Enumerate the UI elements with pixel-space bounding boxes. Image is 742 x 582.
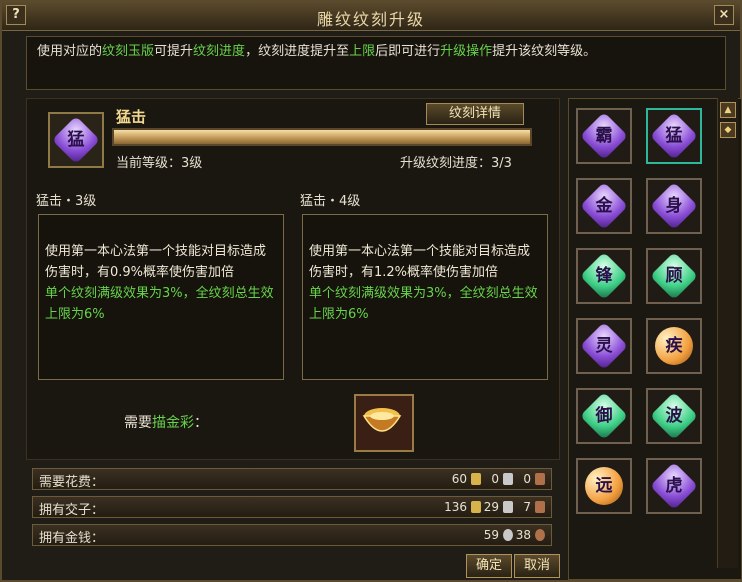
engraving-glyph: 锋 <box>595 266 613 286</box>
owned-money-row: 拥有金钱： 59 38 <box>32 524 552 546</box>
progress-fill <box>114 130 530 144</box>
scroll-thumb-icon[interactable]: ◆ <box>720 122 736 138</box>
title-bar: ? 雕纹纹刻升级 × <box>2 2 740 31</box>
silver-amount: 0 <box>491 472 499 486</box>
current-effect-note: 单个纹刻满级效果为3%，全纹刻总生效上限为6% <box>45 286 274 322</box>
silver-ingot-icon <box>503 473 513 485</box>
engraving-upgrade-window: ? 雕纹纹刻升级 × 使用对应的纹刻玉版可提升纹刻进度，纹刻进度提升至上限后即可… <box>0 0 742 582</box>
copper-amount: 0 <box>523 472 531 486</box>
cost-row-required: 需要花费： 60 0 0 <box>32 468 552 490</box>
next-effect-title: 猛击・4级 <box>300 194 361 209</box>
copper-coin-icon <box>535 529 545 541</box>
gold-amount: 60 <box>451 472 467 486</box>
next-effect-text: 使用第一本心法第一个技能对目标造成伤害时，有1.2%概率使伤害加倍 <box>309 244 531 280</box>
money-label: 拥有金钱： <box>39 531 105 546</box>
silver-coin-icon <box>503 529 513 541</box>
cancel-button[interactable]: 取消 <box>514 554 560 578</box>
engraving-glyph: 远 <box>595 476 613 496</box>
gold-ingot-icon <box>471 473 481 485</box>
desc-text-4: 后即可进行 <box>375 44 441 59</box>
copper-ingot-icon <box>535 501 545 513</box>
material-suffix: ： <box>194 415 208 431</box>
copper-ingot-icon <box>535 473 545 485</box>
engraving-glyph: 虎 <box>665 476 683 496</box>
desc-highlight-upgrade: 升级操作 <box>440 44 493 59</box>
jiaozi-label: 拥有交子： <box>39 503 105 518</box>
engraving-glyph: 猛 <box>665 126 683 146</box>
desc-highlight-jade-plate: 纹刻玉版 <box>102 44 155 59</box>
engraving-slot[interactable]: 御 <box>576 388 632 444</box>
close-button[interactable]: × <box>714 5 734 25</box>
material-prefix: 需要 <box>124 415 152 431</box>
engraving-slot[interactable]: 灵 <box>576 318 632 374</box>
desc-text-5: 提升该纹刻等级。 <box>492 44 597 59</box>
engraving-detail-button[interactable]: 纹刻详情 <box>426 103 524 125</box>
engraving-glyph: 灵 <box>595 336 613 356</box>
current-effect-text: 使用第一本心法第一个技能对目标造成伤害时，有0.9%概率使伤害加倍 <box>45 244 267 280</box>
next-effect-box: 使用第一本心法第一个技能对目标造成伤害时，有1.2%概率使伤害加倍 单个纹刻满级… <box>302 214 548 380</box>
engraving-slot[interactable]: 身 <box>646 178 702 234</box>
cost-label: 需要花费： <box>39 475 105 490</box>
current-level-text: 当前等级：3级 <box>116 156 203 171</box>
material-name: 描金彩 <box>152 415 194 431</box>
engraving-slot[interactable]: 远 <box>576 458 632 514</box>
engraving-glyph: 疾 <box>665 336 683 356</box>
jiaozi-silver-amount: 29 <box>483 500 499 514</box>
desc-text-3: ，纹刻进度提升至 <box>245 44 350 59</box>
engraving-slot[interactable]: 疾 <box>646 318 702 374</box>
desc-text-2: 可提升 <box>154 44 194 59</box>
engraving-slot[interactable]: 波 <box>646 388 702 444</box>
jiaozi-gold-amount: 136 <box>444 500 467 514</box>
silver-ingot-icon <box>503 501 513 513</box>
money-silver-amount: 59 <box>483 528 499 542</box>
desc-highlight-limit: 上限 <box>349 44 376 59</box>
material-label: 需要描金彩： <box>124 412 208 432</box>
engraving-glyph: 金 <box>595 196 613 216</box>
desc-text-1: 使用对应的 <box>37 44 103 59</box>
engraving-slot[interactable]: 顾 <box>646 248 702 304</box>
skill-icon: 猛 <box>48 112 104 168</box>
jiaozi-copper-amount: 7 <box>523 500 531 514</box>
gold-ingot-icon <box>471 501 481 513</box>
engraving-slot[interactable]: 猛 <box>646 108 702 164</box>
engraving-slot[interactable]: 金 <box>576 178 632 234</box>
current-effect-title: 猛击・3级 <box>36 194 97 209</box>
scroll-up-icon[interactable]: ▲ <box>720 102 736 118</box>
engraving-glyph: 霸 <box>595 126 613 146</box>
desc-highlight-progress: 纹刻进度 <box>193 44 246 59</box>
engraving-slot[interactable]: 霸 <box>576 108 632 164</box>
engraving-glyph: 顾 <box>665 266 683 286</box>
gold-paint-bowl-icon <box>362 408 402 432</box>
material-slot[interactable] <box>354 394 414 452</box>
current-effect-box: 使用第一本心法第一个技能对目标造成伤害时，有0.9%概率使伤害加倍 单个纹刻满级… <box>38 214 284 380</box>
engraving-slot[interactable]: 虎 <box>646 458 702 514</box>
engraving-glyph: 身 <box>665 196 683 216</box>
engraving-glyph: 御 <box>595 406 613 426</box>
progress-text: 升级纹刻进度：3/3 <box>400 156 512 171</box>
window-title: 雕纹纹刻升级 <box>316 10 425 29</box>
confirm-button[interactable]: 确定 <box>466 554 512 578</box>
engraving-glyph: 波 <box>665 406 683 426</box>
skill-glyph: 猛 <box>67 130 85 150</box>
description-box: 使用对应的纹刻玉版可提升纹刻进度，纹刻进度提升至上限后即可进行升级操作提升该纹刻… <box>26 36 726 90</box>
skill-name: 猛击 <box>116 108 147 126</box>
progress-bar <box>112 128 532 146</box>
money-copper-amount: 38 <box>515 528 531 542</box>
next-effect-note: 单个纹刻满级效果为3%，全纹刻总生效上限为6% <box>309 286 538 322</box>
owned-jiaozi-row: 拥有交子： 136 29 7 <box>32 496 552 518</box>
scrollbar[interactable]: ▲ ◆ <box>717 98 738 568</box>
engraving-slot[interactable]: 锋 <box>576 248 632 304</box>
